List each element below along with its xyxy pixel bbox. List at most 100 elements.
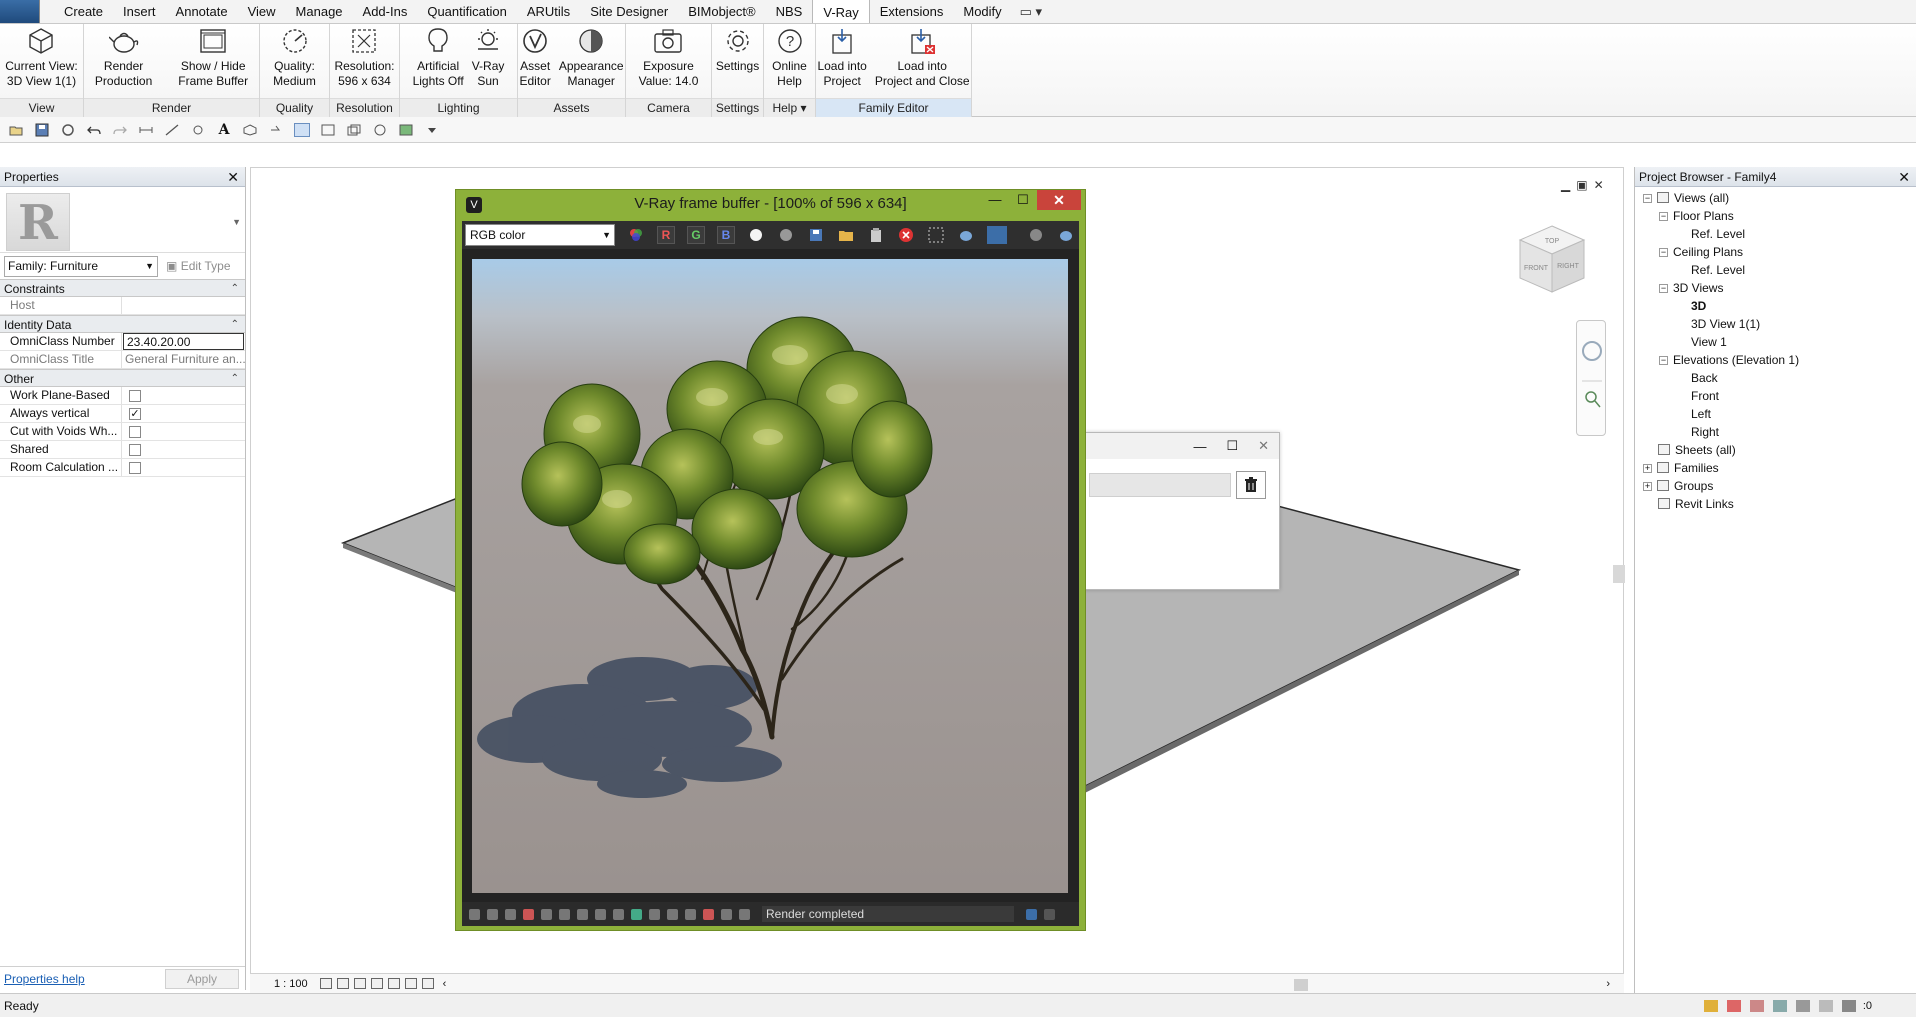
tree-node[interactable]: + Groups <box>1635 477 1916 495</box>
ocio-icon[interactable] <box>631 908 642 920</box>
quality-button[interactable]: Quality: Medium <box>269 24 320 96</box>
channels-icon[interactable] <box>721 908 732 920</box>
tree-node[interactable]: Ref. Level <box>1635 261 1916 279</box>
collapse-icon[interactable]: − <box>1659 284 1668 293</box>
edit-type-button[interactable]: ▣ Edit Type <box>166 259 231 273</box>
tab-bimobject-[interactable]: BIMobject® <box>678 0 765 23</box>
collapse-icon[interactable]: − <box>1643 194 1652 203</box>
tree-node[interactable]: − Ceiling Plans <box>1635 243 1916 261</box>
room-calculation-checkbox[interactable] <box>129 462 141 474</box>
tab-site-designer[interactable]: Site Designer <box>580 0 678 23</box>
maximize-icon[interactable]: ☐ <box>1009 190 1037 210</box>
application-menu-button[interactable] <box>0 0 40 23</box>
collapse-icon[interactable]: − <box>1659 212 1668 221</box>
tag-icon[interactable] <box>190 123 206 137</box>
clear-image-icon[interactable] <box>867 226 885 244</box>
visual-style-icon[interactable] <box>336 978 349 989</box>
render-canvas[interactable] <box>462 249 1079 902</box>
viewcube[interactable]: TOP FRONT RIGHT <box>1512 220 1592 300</box>
tree-node[interactable]: −3D Views <box>1635 279 1916 297</box>
thin-lines-icon[interactable] <box>294 122 310 137</box>
tree-node[interactable]: Front <box>1635 387 1916 405</box>
group-constraints[interactable]: Constraints ⌃ <box>0 279 245 297</box>
tab-add-ins[interactable]: Add-Ins <box>353 0 418 23</box>
lut-icon[interactable] <box>595 908 606 920</box>
section-icon[interactable] <box>268 123 284 137</box>
vertical-scrollbar-thumb[interactable] <box>1613 565 1625 583</box>
channel-dropdown[interactable]: RGB color ▼ <box>465 224 615 246</box>
sync-icon[interactable] <box>60 123 76 137</box>
load-into-project-button[interactable]: Load into Project <box>813 24 870 96</box>
levels-icon[interactable] <box>541 908 552 920</box>
panel-title-help[interactable]: Help ▾ <box>764 98 815 117</box>
tree-node[interactable]: Ref. Level <box>1635 225 1916 243</box>
open-icon[interactable] <box>8 123 24 137</box>
scroll-right-icon[interactable]: › <box>1606 978 1610 990</box>
detail-level-icon[interactable] <box>319 978 332 989</box>
tree-node[interactable]: − Floor Plans <box>1635 207 1916 225</box>
tab-view[interactable]: View <box>238 0 286 23</box>
type-selector[interactable]: R ▼ <box>0 187 245 253</box>
compare-icon[interactable] <box>685 908 696 920</box>
vray-sun-button[interactable]: V-Ray Sun <box>468 24 509 96</box>
tab-nbs[interactable]: NBS <box>766 0 813 23</box>
group-identity-data[interactable]: Identity Data ⌃ <box>0 315 245 333</box>
hdr-icon[interactable] <box>667 908 678 920</box>
close-icon[interactable]: ✕ <box>227 167 239 187</box>
cut-with-voids-checkbox[interactable] <box>129 426 141 438</box>
load-into-project-and-close-button[interactable]: Load into Project and Close <box>871 24 974 96</box>
artificial-lights-button[interactable]: Artificial Lights Off <box>409 24 468 96</box>
exposure-button[interactable]: Exposure Value: 14.0 <box>635 24 703 96</box>
color-channels-icon[interactable] <box>627 226 645 244</box>
crop-view-icon[interactable] <box>404 978 417 989</box>
toggle-panel-icon[interactable] <box>1026 908 1037 920</box>
settings-button[interactable]: Settings <box>712 24 763 96</box>
curve-icon[interactable] <box>649 908 660 920</box>
lens-effects-icon[interactable] <box>987 226 1007 244</box>
region-render-icon[interactable] <box>927 226 945 244</box>
switch-windows-icon[interactable] <box>346 123 362 137</box>
show-rendering-icon[interactable] <box>387 978 400 989</box>
tree-node[interactable]: − Elevations (Elevation 1) <box>1635 351 1916 369</box>
work-plane-based-checkbox[interactable] <box>129 390 141 402</box>
tab-insert[interactable]: Insert <box>113 0 166 23</box>
close-hidden-windows-icon[interactable] <box>320 123 336 137</box>
render-production-button[interactable]: Render Production <box>91 24 156 96</box>
worksets-icon[interactable] <box>1704 1000 1718 1012</box>
default-3d-view-icon[interactable] <box>242 123 258 137</box>
tree-node[interactable]: − Views (all) <box>1635 189 1916 207</box>
undo-icon[interactable] <box>86 123 102 137</box>
shared-checkbox[interactable] <box>129 444 141 456</box>
trash-icon[interactable] <box>1236 471 1266 499</box>
filter-icon[interactable] <box>1842 1000 1856 1012</box>
green-channel-button[interactable]: G <box>687 226 705 244</box>
design-options-icon[interactable] <box>1727 1000 1741 1012</box>
close-icon[interactable]: ✕ <box>1037 190 1081 210</box>
shadows-icon[interactable] <box>370 978 383 989</box>
gray-sphere-icon[interactable] <box>777 226 795 244</box>
view-window-controls[interactable]: ▁▣✕ <box>1561 178 1610 192</box>
exposure-icon[interactable] <box>505 908 516 920</box>
tab-arutils[interactable]: ARUtils <box>517 0 580 23</box>
aligned-dimension-icon[interactable] <box>164 123 180 137</box>
history-sphere-icon[interactable] <box>1027 226 1045 244</box>
close-icon[interactable]: ✕ <box>1898 167 1910 187</box>
collapse-icon[interactable]: − <box>1659 248 1668 257</box>
text-icon[interactable]: A <box>216 122 232 138</box>
show-crop-region-icon[interactable] <box>421 978 434 989</box>
always-vertical-checkbox[interactable]: ✓ <box>129 408 141 420</box>
tree-node[interactable]: + Families <box>1635 459 1916 477</box>
tree-node[interactable]: Revit Links <box>1635 495 1916 513</box>
measure-icon[interactable] <box>138 123 154 137</box>
view-scale[interactable]: 1 : 100 <box>274 978 308 990</box>
tab-v-ray[interactable]: V-Ray <box>812 0 870 23</box>
editable-only-icon[interactable] <box>1750 1000 1764 1012</box>
navigation-bar[interactable] <box>1576 320 1606 436</box>
asset-editor-button[interactable]: Asset Editor <box>515 24 554 96</box>
apply-button[interactable]: Apply <box>165 968 239 989</box>
expand-icon[interactable]: + <box>1643 482 1652 491</box>
scroll-left-icon[interactable]: ‹ <box>443 978 447 990</box>
select-pinned-icon[interactable] <box>1819 1000 1833 1012</box>
maximize-icon[interactable]: ☐ <box>1226 438 1238 454</box>
tab-quantification[interactable]: Quantification <box>417 0 517 23</box>
